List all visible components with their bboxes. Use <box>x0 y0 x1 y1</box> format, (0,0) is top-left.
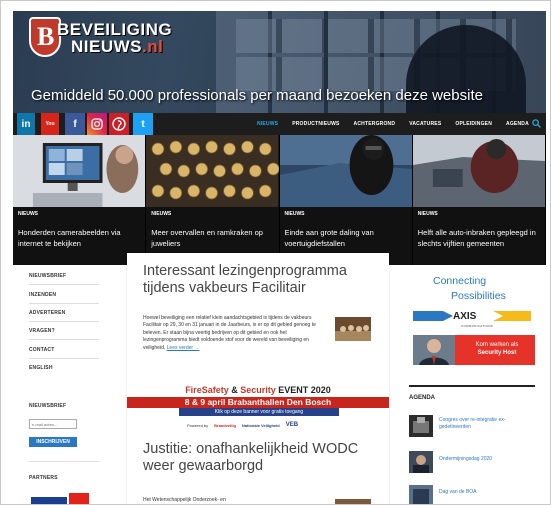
site-header: B BEVEILIGING NIEUWS.nl Gemiddeld 50.000… <box>13 11 546 113</box>
facebook-icon[interactable]: f <box>65 113 85 135</box>
subscribe-button[interactable]: INSCHRIJVEN <box>29 437 77 447</box>
article-title[interactable]: Justitie: onafhankelijkheid WODC weer ge… <box>143 441 383 475</box>
axis-advertisement[interactable]: Connecting Possibilities AXIS COMMUNICAT… <box>413 271 535 329</box>
sidebar-divider <box>29 461 99 462</box>
security-host-advertisement[interactable]: Kom werken als Security Host <box>413 335 535 365</box>
banner-dates: 8 & 9 april Brabanthallen Den Bosch <box>127 397 389 408</box>
car-thief-image <box>279 135 412 207</box>
featured-tile[interactable]: NIEUWS Einde aan grote daling van voertu… <box>279 135 413 265</box>
host-portrait <box>413 335 455 365</box>
sidebar-link-inzenden[interactable]: INZENDEN <box>29 292 56 298</box>
partners-heading: PARTNERS <box>29 475 58 481</box>
sidebar-link-contact[interactable]: CONTACT <box>29 347 54 353</box>
tile-title[interactable]: Einde aan grote daling van voertuigdiefs… <box>285 227 411 249</box>
sidebar-divider <box>29 303 99 304</box>
page-frame: B BEVEILIGING NIEUWS.nl Gemiddeld 50.000… <box>0 0 551 505</box>
nav-item-agenda[interactable]: AGENDA <box>506 121 529 127</box>
nav-item-productnieuws[interactable]: PRODUCTNIEUWS <box>292 121 339 127</box>
tile-category-label: NIEUWS <box>18 211 38 217</box>
newsletter-heading: NIEUWSBRIEF <box>29 403 67 409</box>
agenda-item[interactable]: Dag van de BOA <box>409 485 535 504</box>
linkedin-icon[interactable]: in <box>17 113 35 135</box>
agenda-heading: AGENDA <box>409 395 436 401</box>
agenda-thumbnail <box>409 415 433 437</box>
header-tagline: Gemiddeld 50.000 professionals per maand… <box>31 87 483 104</box>
read-more-link[interactable]: Lees verder → <box>167 345 200 351</box>
agenda-divider <box>409 385 535 387</box>
instagram-icon[interactable] <box>87 113 107 135</box>
banner-cta[interactable]: Klik op deze banner voor gratis toegang <box>179 408 339 416</box>
youtube-icon[interactable]: You <box>41 113 59 135</box>
twitter-icon[interactable]: t <box>133 113 153 135</box>
nav-item-nieuws[interactable]: NIEUWS <box>257 121 278 127</box>
article-excerpt: Hoewel beveiliging een relatief klein aa… <box>143 315 316 351</box>
tile-title[interactable]: Honderden camerabeelden via internet te … <box>18 227 144 249</box>
featured-news-tiles: NIEUWS Honderden camerabeelden via inter… <box>13 135 546 265</box>
site-logo[interactable]: BEVEILIGING NIEUWS.nl <box>57 21 172 55</box>
banner-title: FireSafety & Security EVENT 2020 <box>185 385 331 395</box>
tile-category-label: NIEUWS <box>151 211 172 217</box>
kiwa-partner-logo[interactable] <box>29 491 89 505</box>
pinterest-icon[interactable] <box>109 113 129 135</box>
main-article-column: Interessant lezingenprogramma tijdens va… <box>127 253 389 504</box>
nav-menu: NIEUWS PRODUCTNIEUWS ACHTERGROND VACATUR… <box>257 113 543 135</box>
article-thumbnail[interactable] <box>335 499 371 504</box>
agenda-thumbnail <box>409 485 433 504</box>
main-navbar: in You f t NIEUWS PRODUCTNIEUWS ACHTERGR… <box>13 113 546 135</box>
search-icon[interactable] <box>532 119 541 128</box>
left-sidebar: NIEUWSBRIEF INZENDEN ADVERTEREN VRAGEN? … <box>23 265 123 505</box>
right-sidebar: Connecting Possibilities AXIS COMMUNICAT… <box>405 265 535 504</box>
sidebar-link-nieuwsbrief[interactable]: NIEUWSBRIEF <box>29 273 66 279</box>
sidebar-link-english[interactable]: ENGLISH <box>29 365 53 371</box>
car-break-in-image <box>412 135 545 207</box>
nav-item-opleidingen[interactable]: OPLEIDINGEN <box>455 121 492 127</box>
nav-item-achtergrond[interactable]: ACHTERGROND <box>354 121 396 127</box>
host-ad-text: Kom werken als Security Host <box>475 342 519 356</box>
sidebar-link-adverteren[interactable]: ADVERTEREN <box>29 310 65 316</box>
article-excerpt: Het Wetenschappelijk Onderzoek- en <box>143 497 226 503</box>
nav-item-vacatures[interactable]: VACATURES <box>409 121 441 127</box>
article-thumbnail[interactable] <box>335 317 371 341</box>
sidebar-divider <box>29 284 99 285</box>
tile-category-label: NIEUWS <box>417 211 438 217</box>
tile-category-label: NIEUWS <box>284 211 305 217</box>
agenda-item[interactable]: Congres over re-integratie ex-gedetineer… <box>409 415 535 439</box>
featured-tile[interactable]: NIEUWS Honderden camerabeelden via inter… <box>13 135 147 265</box>
featured-tile[interactable]: NIEUWS Meer overvallen en ramkraken op j… <box>146 135 280 265</box>
newsletter-email-input[interactable] <box>29 419 77 429</box>
featured-tile[interactable]: NIEUWS Helft alle auto-inbraken gepleegd… <box>412 135 546 265</box>
sidebar-divider <box>29 321 99 322</box>
firesafety-event-banner[interactable]: FireSafety & Security EVENT 2020 8 & 9 a… <box>127 383 389 435</box>
tile-title[interactable]: Meer overvallen en ramkraken op juwelier… <box>151 227 277 249</box>
jewelry-display-image <box>146 135 279 207</box>
agenda-item[interactable]: Ondermijningsdag 2020 <box>409 451 535 475</box>
sidebar-divider <box>29 339 99 340</box>
axis-logo: AXIS <box>453 311 477 322</box>
article-title[interactable]: Interessant lezingenprogramma tijdens va… <box>143 263 383 297</box>
tile-title[interactable]: Helft alle auto-inbraken gepleegd in sle… <box>418 227 544 249</box>
camera-monitor-image <box>13 135 146 207</box>
agenda-thumbnail <box>409 451 433 473</box>
banner-partner-logos: Powered by Brandveilig Nationale Veiligh… <box>187 422 299 428</box>
sidebar-divider <box>29 358 99 359</box>
sidebar-link-vragen[interactable]: VRAGEN? <box>29 328 55 334</box>
